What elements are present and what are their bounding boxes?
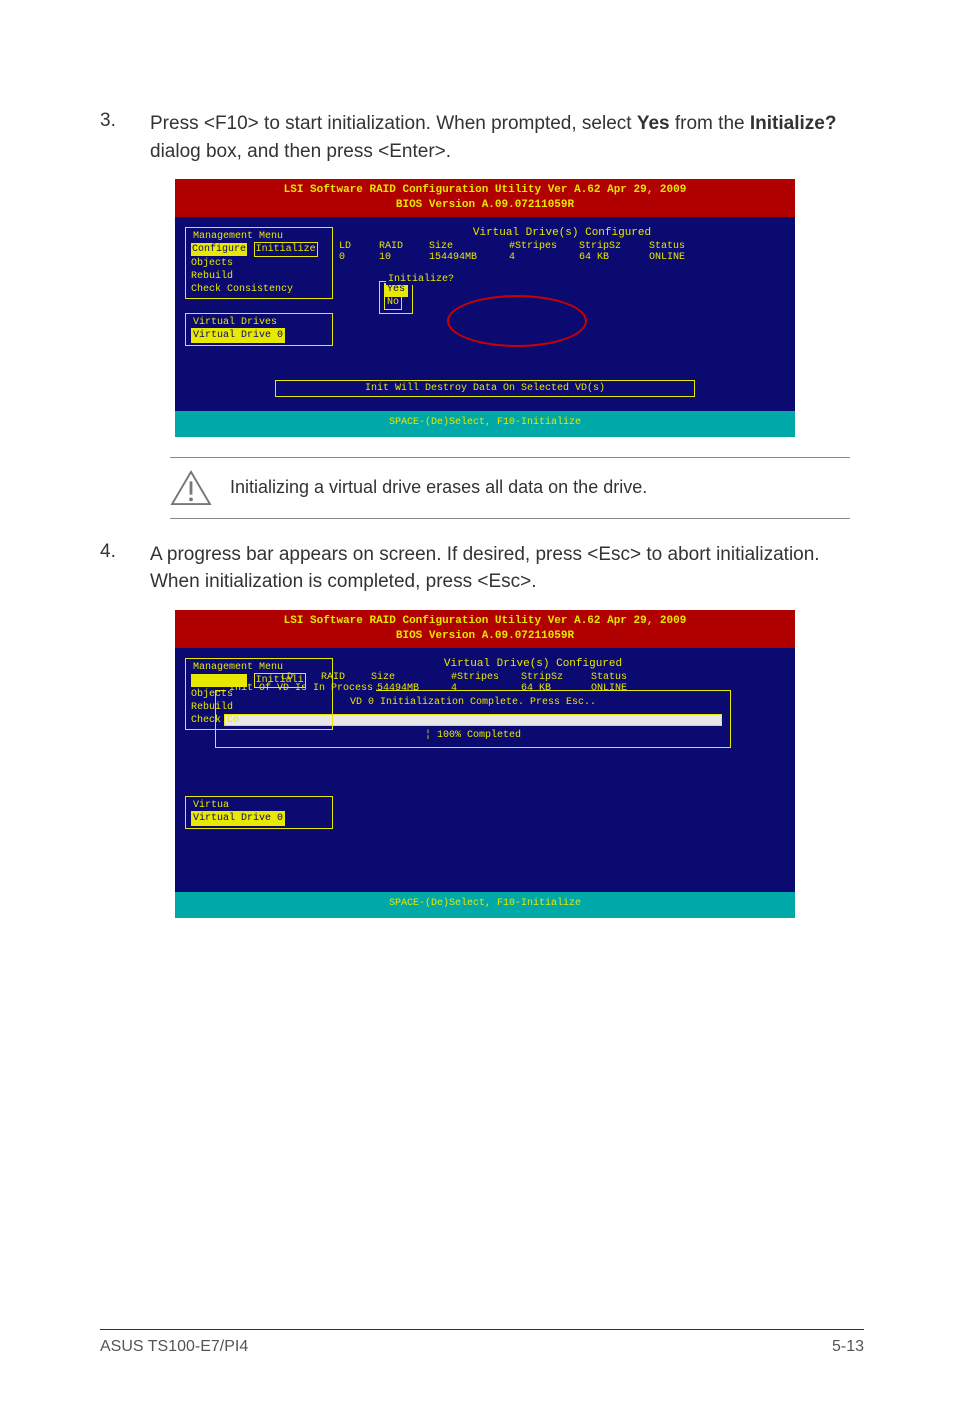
col-status: Status [591,672,651,683]
key-hints: SPACE-(De)Select, F10-Initialize [175,414,795,434]
page-footer: ASUS TS100-E7/PI4 5-13 [100,1329,864,1356]
menu-check-consistency[interactable]: Check Consistency [191,283,327,296]
step-text: A progress bar appears on screen. If des… [150,541,864,596]
bios-title: LSI Software RAID Configuration Utility … [284,615,687,627]
vd-item[interactable]: Virtual Drive 0 [191,328,285,343]
key-bar: SPACE-(De)Select, F10-Initialize [175,892,795,918]
t: from the [670,113,750,134]
step-number: 3. [100,110,150,165]
t-bold: Initialize? [750,113,837,134]
cell: 4 [509,252,579,263]
col-stripes: #Stripes [451,672,521,683]
progress-percent: 100% Completed [224,730,722,741]
vd-configured-title: Virtual Drive(s) Configured [339,227,785,239]
cell: 154494MB [429,252,509,263]
cell: 0 [339,252,379,263]
menu-configure[interactable]: Configure [191,243,247,256]
key-bar: SPACE-(De)Select, F10-Initialize [175,411,795,437]
warning-icon [170,470,212,506]
table-row: 0 10 154494MB 4 64 KB ONLINE [339,252,785,263]
cell: ONLINE [649,252,709,263]
vd-title: Virtual Drives [191,317,279,328]
management-menu: Management Menu Configure Initiali Objec… [185,658,333,730]
step-number: 4. [100,541,150,596]
bios-header: LSI Software RAID Configuration Utility … [175,179,795,217]
step-3: 3. Press <F10> to start initialization. … [100,110,864,165]
table-header: LD RAID Size #Stripes StripSz Status [281,672,785,683]
bios-screenshot-2: LSI Software RAID Configuration Utility … [175,610,795,918]
virtual-drives-box: Virtual Drives Virtual Drive 0 [185,313,333,346]
dialog-yes[interactable]: Yes [384,283,408,297]
table-header: LD RAID Size #Stripes StripSz Status [339,241,785,252]
virtual-drives-box: Virtua Virtual Drive 0 [185,796,333,829]
dialog-title: Initialize? [386,274,456,285]
bios-screenshot-1: LSI Software RAID Configuration Utility … [175,179,795,437]
menu-objects[interactable]: Objects [191,257,327,270]
dialog-no[interactable]: No [384,297,402,310]
menu-objects[interactable]: Objects [191,688,327,701]
footer-left: ASUS TS100-E7/PI4 [100,1338,248,1356]
bios-header: LSI Software RAID Configuration Utility … [175,610,795,648]
note-callout: Initializing a virtual drive erases all … [170,457,850,519]
col-raid: RAID [379,241,429,252]
menu-check-consistency[interactable]: Check Co [191,714,327,727]
vd-configured-title: Virtual Drive(s) Configured [281,658,785,670]
menu-initialize[interactable]: Initialize [254,242,318,257]
bios-version: BIOS Version A.09.07211059R [396,199,574,211]
menu-rebuild[interactable]: Rebuild [191,270,327,283]
menu-title: Management Menu [191,231,285,242]
key-hints: SPACE-(De)Select, F10-Initialize [175,895,795,915]
col-size: Size [371,672,451,683]
t-bold: Yes [637,113,670,134]
col-stripes: #Stripes [509,241,579,252]
management-menu: Management Menu Configure Initialize Obj… [185,227,333,299]
step-4: 4. A progress bar appears on screen. If … [100,541,864,596]
vd-title: Virtua [191,800,231,811]
t: dialog box, and then press <Enter>. [150,141,451,162]
menu-configure[interactable]: Configure [191,674,247,687]
col-ld: LD [339,241,379,252]
footer-right: 5-13 [832,1338,864,1356]
bios-version: BIOS Version A.09.07211059R [396,630,574,642]
col-stripsz: StripSz [579,241,649,252]
vd-item[interactable]: Virtual Drive 0 [191,811,285,826]
col-stripsz: StripSz [521,672,591,683]
col-status: Status [649,241,709,252]
note-text: Initializing a virtual drive erases all … [230,477,647,498]
col-size: Size [429,241,509,252]
menu-title: Management Menu [191,662,285,673]
cell: 10 [379,252,429,263]
step-text: Press <F10> to start initialization. Whe… [150,110,864,165]
menu-initialize[interactable]: Initiali [254,673,306,688]
warning-bar: Init Will Destroy Data On Selected VD(s) [275,380,695,397]
initialize-dialog: Initialize? Yes No [379,281,413,314]
cell: 64 KB [579,252,649,263]
bios-title: LSI Software RAID Configuration Utility … [284,184,687,196]
menu-rebuild[interactable]: Rebuild [191,701,327,714]
t: Press <F10> to start initialization. Whe… [150,113,637,134]
